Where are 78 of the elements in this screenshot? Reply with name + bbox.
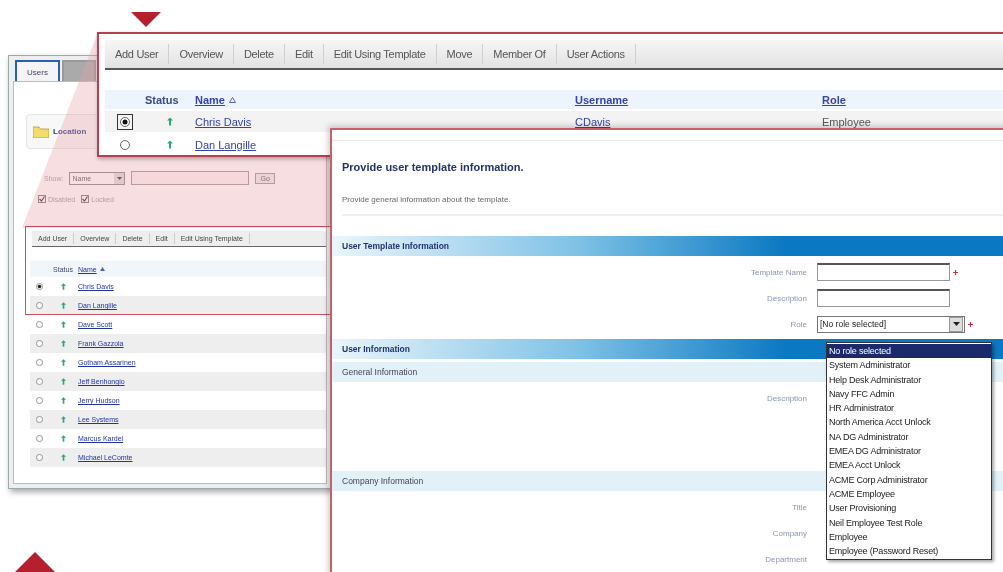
tab[interactable]: Users [15,60,60,81]
section-header: User Template Information [332,236,1003,256]
radio-button[interactable] [35,283,43,290]
dialog-title: Provide user template information. [342,161,525,173]
field-label: Description [766,393,808,403]
field-label: Role [789,319,808,329]
radio-button[interactable] [120,116,130,127]
radio-button[interactable] [120,139,130,150]
status-arrow-icon [167,140,173,149]
field-label: Company [771,528,808,538]
toolbar-button[interactable]: Add User [105,44,170,64]
radio-button[interactable] [35,321,43,328]
dropdown-option[interactable]: Navy FFC Admin [827,386,991,402]
toolbar-button[interactable]: Edit Using Template [323,44,437,64]
dropdown-option[interactable]: Neil Employee Test Role [827,515,991,530]
column-header[interactable]: Role [822,93,846,106]
dropdown-option[interactable]: Employee [827,529,991,545]
dropdown-option[interactable]: EMEA Acct Unlock [827,458,991,473]
radio-button[interactable] [35,302,43,309]
radio-button[interactable] [35,359,43,366]
dropdown-option[interactable]: EMEA DG Administrator [827,444,991,459]
input-field[interactable] [817,289,950,307]
status-arrow-icon [60,416,66,423]
status-arrow-icon [60,435,66,442]
dropdown-option[interactable]: Employee (Password Reset) [827,544,991,559]
blank-tab[interactable] [61,60,96,81]
dropdown-option[interactable]: North America Acct Unlock [827,415,991,430]
toolbar-button[interactable]: Edit [284,44,324,64]
status-arrow-icon [60,283,66,290]
dropdown-option[interactable]: HR Administrator [827,401,991,416]
status-arrow-icon [60,454,66,461]
radio-button[interactable] [35,435,43,442]
column-header[interactable]: Name [195,93,225,106]
status-arrow-icon [60,359,66,366]
toolbar-button[interactable]: Delete [233,44,285,64]
radio-button[interactable] [35,340,43,347]
radio-button[interactable] [35,397,43,404]
radio-button[interactable] [35,416,43,423]
caret-icon [116,176,122,180]
role-cell: Employee [822,115,871,128]
status-arrow-icon [60,397,66,404]
triangle-marker-icon [15,552,55,572]
field-label: Description [766,293,808,303]
sort-arrow-icon [228,96,236,103]
user-name-link[interactable]: Chris Davis [195,115,252,128]
status-arrow-icon [167,117,173,126]
dialog-description: Provide general information about the template. [342,195,1003,216]
input-field[interactable] [817,263,950,281]
role-select[interactable]: [No role selected] [817,315,965,333]
status-arrow-icon [60,302,66,309]
dropdown-option[interactable]: ACME Corp Administrator [827,472,991,487]
radio-button[interactable] [35,454,43,461]
column-header[interactable]: Username [575,93,629,106]
status-arrow-icon [60,340,66,347]
toolbar-button[interactable]: Move [436,44,484,64]
toolbar-button[interactable]: Overview [169,44,234,64]
field-label: Template Name [749,267,808,277]
checkbox[interactable] [81,195,90,203]
caret-icon [952,322,960,326]
folder-icon [33,125,49,138]
location-label: Location [53,127,87,136]
user-name-link[interactable]: Dan Langille [195,138,257,151]
toolbar-button[interactable]: Member Of [483,44,557,64]
field-label: Title [791,502,808,512]
dropdown-option[interactable]: User Provisioning [827,501,991,516]
status-arrow-icon [60,321,66,328]
radio-button[interactable] [35,378,43,385]
dropdown-option[interactable]: No role selected [827,344,991,359]
checkbox[interactable] [38,195,46,203]
username-link[interactable]: CDavis [575,115,611,128]
sort-arrow-icon [99,267,105,271]
triangle-marker-icon [131,12,161,27]
status-arrow-icon [60,378,66,385]
field-label: Department [764,554,808,564]
search-field[interactable] [131,171,250,185]
column-header: Status [145,93,179,106]
toolbar-button[interactable]: User Actions [556,44,636,64]
dropdown-option[interactable]: NA DG Administrator [827,429,991,445]
